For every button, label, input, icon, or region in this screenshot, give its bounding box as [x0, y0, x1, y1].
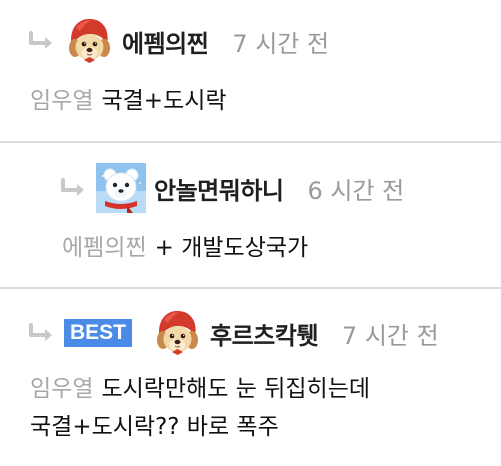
- comment-nickname[interactable]: 에펨의찐: [122, 24, 209, 59]
- comment-text-line: 임우열 도시락만해도 눈 뒤집히는데: [30, 370, 370, 408]
- mention-tag[interactable]: 에펨의찐: [62, 235, 147, 261]
- reply-arrow-icon: [60, 178, 90, 198]
- best-badge: BEST: [64, 319, 133, 347]
- comment-header: 안놀면뭐하니 6 시간 전: [60, 163, 404, 213]
- comment-time: 6 시간 전: [307, 176, 405, 205]
- comment-text: 국결+도시락: [101, 88, 227, 114]
- comment-body: 에펨의찐 + 개발도상국가: [62, 229, 308, 267]
- comment-body: 임우열 도시락만해도 눈 뒤집히는데 국결+도시락?? 바로 폭주: [30, 370, 370, 446]
- comment-nickname[interactable]: 후르츠칵퉷: [210, 316, 318, 351]
- reply-arrow-icon: [28, 31, 58, 51]
- comment-header: BEST 후르츠칵퉷 7 시간 전: [28, 308, 439, 358]
- polar-bear-avatar-icon[interactable]: [96, 163, 146, 213]
- mention-tag[interactable]: 임우열: [30, 88, 93, 114]
- comment-body: 임우열 국결+도시락: [30, 82, 227, 120]
- comment-header: 에펨의찐 7 시간 전: [28, 16, 329, 66]
- comment-text-line: 국결+도시락?? 바로 폭주: [30, 408, 370, 446]
- comment-divider: [0, 287, 501, 289]
- puppy-red-hood-avatar-icon[interactable]: [64, 16, 114, 66]
- comment-divider: [0, 141, 501, 143]
- puppy-red-hood-avatar-icon[interactable]: [152, 308, 202, 358]
- comment-nickname[interactable]: 안놀면뭐하니: [154, 171, 284, 206]
- comment-text: 국결+도시락?? 바로 폭주: [30, 414, 279, 440]
- comment-time: 7 시간 전: [341, 321, 439, 350]
- mention-tag[interactable]: 임우열: [30, 376, 93, 402]
- comment-text: + 개발도상국가: [154, 235, 309, 261]
- reply-arrow-icon: [28, 323, 58, 343]
- comment-time: 7 시간 전: [232, 29, 330, 58]
- comment-text: 도시락만해도 눈 뒤집히는데: [101, 376, 371, 402]
